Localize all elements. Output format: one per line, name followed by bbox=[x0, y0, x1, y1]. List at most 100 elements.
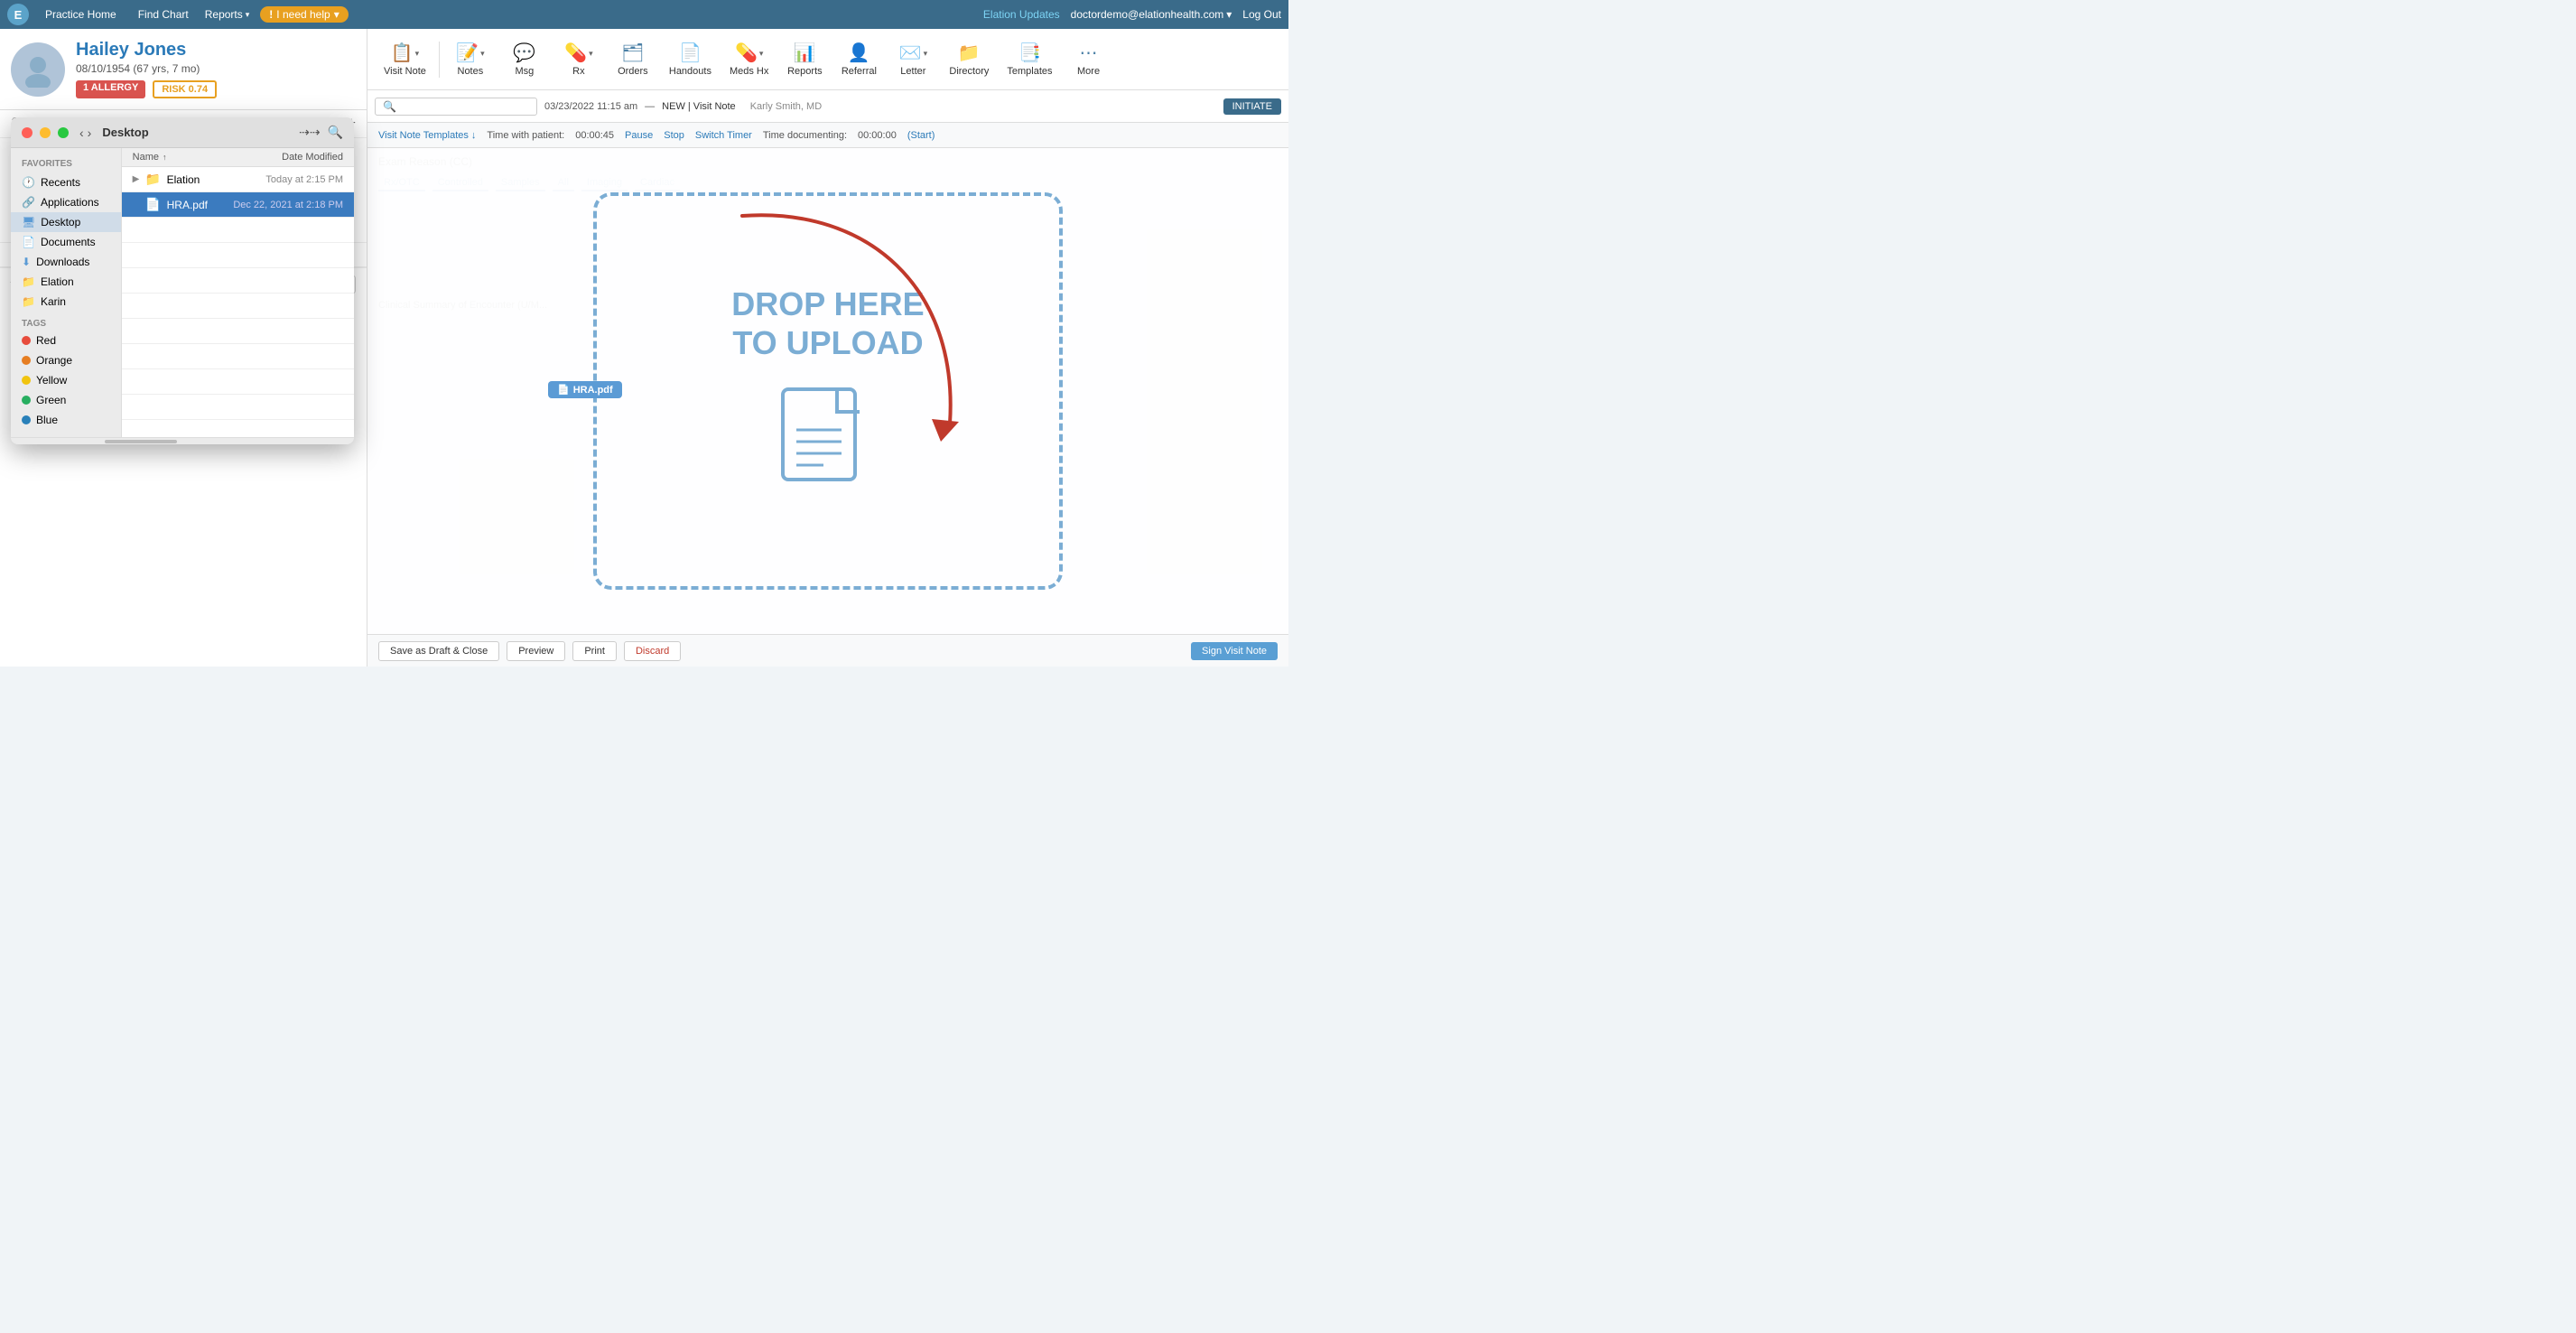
directory-label: Directory bbox=[949, 66, 989, 77]
sidebar-applications[interactable]: 🔗 Applications bbox=[11, 192, 121, 212]
notes-arrow: ▾ bbox=[480, 49, 485, 59]
allergy-badge[interactable]: 1 ALLERGY bbox=[76, 80, 145, 98]
hra-file-name: HRA.pdf bbox=[167, 199, 208, 211]
finder-options-button[interactable]: ⇢⇢ bbox=[299, 125, 320, 140]
risk-badge[interactable]: RISK 0.74 bbox=[153, 80, 217, 98]
tag-blue-dot bbox=[22, 415, 31, 424]
toolbar-msg[interactable]: 💬 Msg bbox=[498, 38, 552, 80]
sub-toolbar: 03/23/2022 11:15 am — NEW | Visit Note K… bbox=[367, 90, 1288, 123]
finder-body: Favorites 🕐 Recents 🔗 Applications 🖥 Des… bbox=[11, 148, 354, 437]
content-area: Exam Reason (CC) Rx/OTC Controlled Sampl… bbox=[367, 148, 1288, 634]
templates-icon: 📑 bbox=[1018, 42, 1041, 64]
toolbar-rx[interactable]: 💊 ▾ Rx bbox=[552, 38, 606, 80]
visit-note-templates-link[interactable]: Visit Note Templates ↓ bbox=[378, 130, 476, 141]
switch-timer-link[interactable]: Switch Timer bbox=[695, 130, 752, 141]
nav-help[interactable]: ! I need help ▾ bbox=[260, 6, 348, 23]
pause-link[interactable]: Pause bbox=[625, 130, 653, 141]
toolbar-directory[interactable]: 📁 Directory bbox=[940, 38, 998, 80]
pdf-icon: 📄 bbox=[145, 197, 163, 212]
visit-note-arrow: ▾ bbox=[415, 49, 420, 59]
toolbar-visit-note[interactable]: 📋 ▾ Visit Note bbox=[375, 38, 435, 80]
finder-row-elation[interactable]: ▶ 📁 Elation Today at 2:15 PM bbox=[122, 167, 354, 192]
finder-row-empty-5 bbox=[122, 319, 354, 344]
search-input[interactable] bbox=[375, 98, 537, 116]
window-maximize-button[interactable] bbox=[58, 127, 69, 138]
help-icon: ! bbox=[269, 8, 273, 21]
toolbar-sep-1 bbox=[439, 42, 440, 78]
logout-link[interactable]: Log Out bbox=[1242, 8, 1281, 21]
finder-row-empty-1 bbox=[122, 218, 354, 243]
user-email-dropdown[interactable]: doctordemo@elationhealth.com ▾ bbox=[1071, 8, 1232, 21]
sidebar-desktop[interactable]: 🖥 Desktop bbox=[11, 212, 121, 232]
sidebar-recents[interactable]: 🕐 Recents bbox=[11, 172, 121, 192]
discard-button[interactable]: Discard bbox=[624, 641, 681, 661]
finder-row-empty-8 bbox=[122, 395, 354, 420]
finder-search-button[interactable]: 🔍 bbox=[328, 125, 343, 140]
sidebar-karin[interactable]: 📁 Karin bbox=[11, 292, 121, 312]
sidebar-downloads[interactable]: ⬇ Downloads bbox=[11, 252, 121, 272]
drop-zone[interactable]: DROP HERE TO UPLOAD bbox=[367, 148, 1288, 634]
drag-file-badge: 📄 HRA.pdf bbox=[548, 381, 622, 398]
visit-separator: — bbox=[645, 101, 655, 112]
finder-scrollbar[interactable] bbox=[11, 437, 354, 444]
elation-updates-link[interactable]: Elation Updates bbox=[983, 8, 1060, 21]
toolbar-more[interactable]: ⋯ More bbox=[1062, 38, 1116, 80]
nav-practice-home[interactable]: Practice Home bbox=[40, 5, 122, 24]
stop-link[interactable]: Stop bbox=[664, 130, 684, 141]
document-upload-icon bbox=[774, 380, 882, 498]
window-close-button[interactable] bbox=[22, 127, 33, 138]
drop-zone-box[interactable]: DROP HERE TO UPLOAD bbox=[593, 192, 1063, 590]
visit-provider: Karly Smith, MD bbox=[750, 101, 822, 112]
start-link[interactable]: (Start) bbox=[907, 130, 935, 141]
finder-forward-button[interactable]: › bbox=[88, 126, 92, 140]
finder-row-hra[interactable]: 📄 HRA.pdf Dec 22, 2021 at 2:18 PM bbox=[122, 192, 354, 218]
elation-folder-icon: 📁 bbox=[22, 275, 35, 288]
preview-button[interactable]: Preview bbox=[507, 641, 565, 661]
nav-reports-label: Reports bbox=[205, 8, 243, 21]
tag-green[interactable]: Green bbox=[11, 390, 121, 410]
toolbar-handouts[interactable]: 📄 Handouts bbox=[660, 38, 721, 80]
rx-label: Rx bbox=[572, 66, 584, 77]
finder-row-empty-2 bbox=[122, 243, 354, 268]
finder-window: ‹ › Desktop ⇢⇢ 🔍 Favorites 🕐 Recents 🔗 A… bbox=[11, 117, 354, 444]
directory-icon: 📁 bbox=[958, 42, 981, 64]
print-button[interactable]: Print bbox=[572, 641, 617, 661]
rx-icon: 💊 bbox=[564, 42, 587, 64]
toolbar-letter[interactable]: ✉️ ▾ Letter bbox=[886, 38, 940, 80]
meds-hx-label: Meds Hx bbox=[730, 66, 768, 77]
toolbar-orders[interactable]: 🗂 Orders bbox=[606, 38, 660, 80]
tag-orange[interactable]: Orange bbox=[11, 350, 121, 370]
nav-reports-dropdown[interactable]: Reports ▾ bbox=[205, 8, 250, 21]
bottom-action-bar: Save as Draft & Close Preview Print Disc… bbox=[367, 634, 1288, 666]
finder-col-name-header[interactable]: Name ↑ bbox=[133, 152, 208, 163]
handouts-icon: 📄 bbox=[679, 42, 702, 64]
recents-label: Recents bbox=[41, 176, 80, 189]
tag-blue[interactable]: Blue bbox=[11, 410, 121, 430]
initiate-button[interactable]: INITIATE bbox=[1223, 98, 1281, 115]
toolbar-templates[interactable]: 📑 Templates bbox=[998, 38, 1061, 80]
sidebar-documents[interactable]: 📄 Documents bbox=[11, 232, 121, 252]
tag-yellow[interactable]: Yellow bbox=[11, 370, 121, 390]
patient-header: Hailey Jones 08/10/1954 (67 yrs, 7 mo) 1… bbox=[0, 29, 367, 110]
referral-label: Referral bbox=[842, 66, 877, 77]
reports-icon: 📊 bbox=[794, 42, 816, 64]
toolbar-referral[interactable]: 👤 Referral bbox=[832, 38, 886, 80]
karin-label: Karin bbox=[41, 295, 66, 308]
orders-label: Orders bbox=[618, 66, 648, 77]
finder-table-header: Name ↑ Date Modified bbox=[122, 148, 354, 167]
toolbar-notes[interactable]: 📝 ▾ Notes bbox=[443, 38, 498, 80]
elation-label: Elation bbox=[41, 275, 74, 288]
patient-dob: 08/10/1954 (67 yrs, 7 mo) bbox=[76, 62, 217, 75]
time-with-patient-value: 00:00:45 bbox=[575, 130, 614, 141]
toolbar-reports[interactable]: 📊 Reports bbox=[777, 38, 832, 80]
window-minimize-button[interactable] bbox=[40, 127, 51, 138]
visit-note-label: Visit Note bbox=[384, 66, 426, 77]
sidebar-elation[interactable]: 📁 Elation bbox=[11, 272, 121, 292]
tag-red[interactable]: Red bbox=[11, 331, 121, 350]
nav-find-chart[interactable]: Find Chart bbox=[133, 5, 194, 24]
sign-visit-note-button[interactable]: Sign Visit Note bbox=[1191, 642, 1278, 660]
toolbar-meds-hx[interactable]: 💊 ▾ Meds Hx bbox=[721, 38, 777, 80]
finder-back-button[interactable]: ‹ bbox=[79, 126, 84, 140]
save-draft-button[interactable]: Save as Draft & Close bbox=[378, 641, 499, 661]
user-email-label: doctordemo@elationhealth.com bbox=[1071, 8, 1224, 21]
